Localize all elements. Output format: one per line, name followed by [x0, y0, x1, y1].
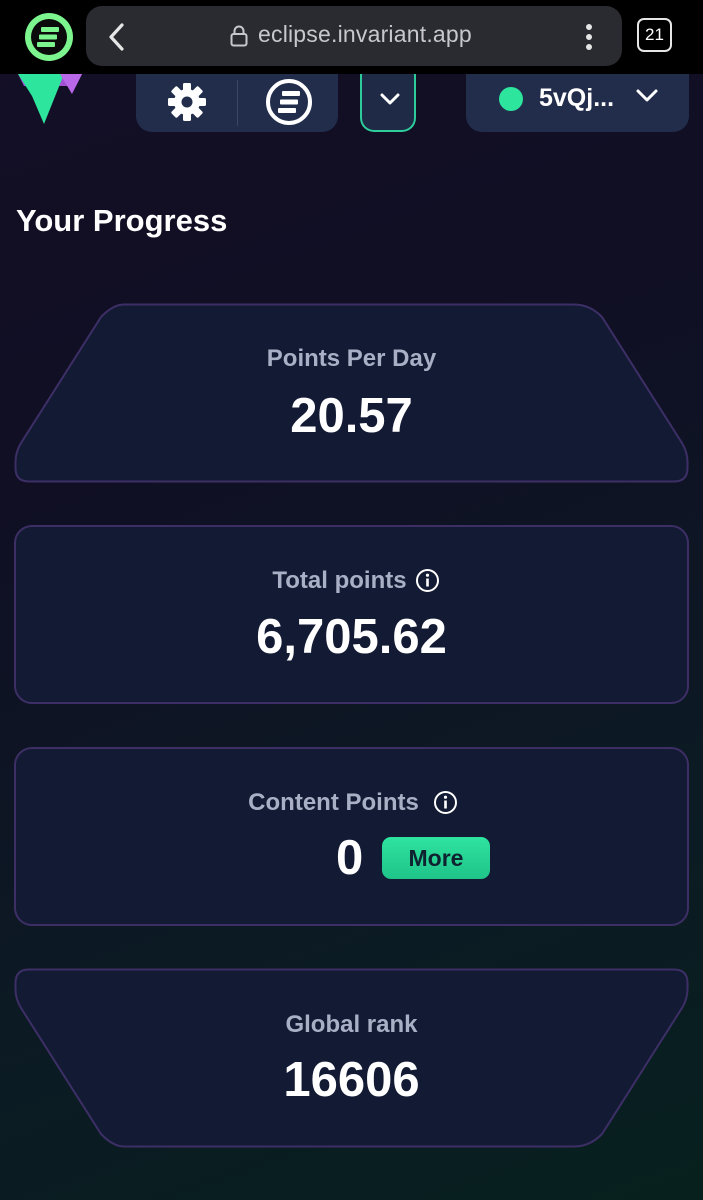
- points-per-day-value: 20.57: [290, 389, 413, 443]
- points-per-day-card: Points Per Day 20.57: [14, 303, 689, 483]
- eclipse-site-icon: [24, 12, 74, 62]
- header-button-group: [136, 74, 338, 132]
- browser-chrome: eclipse.invariant.app 21: [0, 0, 703, 74]
- page-title: Your Progress: [16, 203, 228, 238]
- wallet-status-dot: [499, 87, 523, 111]
- chevron-down-icon: [380, 93, 400, 105]
- settings-button[interactable]: [136, 74, 237, 132]
- back-arrow-icon[interactable]: [102, 20, 132, 54]
- more-button[interactable]: More: [382, 837, 490, 879]
- global-rank-card: Global rank 16606: [14, 968, 689, 1148]
- lock-icon: [230, 25, 248, 47]
- network-eclipse-button[interactable]: [238, 74, 338, 132]
- info-icon[interactable]: [415, 568, 440, 593]
- menu-dropdown-button[interactable]: [360, 74, 416, 132]
- global-rank-value: 16606: [283, 1053, 420, 1107]
- gear-icon: [168, 83, 206, 121]
- wallet-address: 5vQj...: [539, 84, 615, 112]
- more-options-icon[interactable]: [578, 20, 600, 54]
- total-points-value: 6,705.62: [256, 610, 447, 664]
- content-points-value: 0: [336, 831, 364, 885]
- points-per-day-label: Points Per Day: [266, 345, 437, 372]
- wallet-button[interactable]: 5vQj...: [466, 74, 689, 132]
- content-points-label: Content Points: [248, 789, 419, 816]
- info-icon[interactable]: [433, 790, 458, 815]
- total-points-label: Total points: [272, 567, 407, 594]
- global-rank-label: Global rank: [285, 1011, 418, 1038]
- content-points-card: Content Points 0 More: [14, 747, 689, 926]
- total-points-card: Total points 6,705.62: [14, 525, 689, 704]
- chevron-down-icon: [636, 89, 658, 102]
- eclipse-network-icon: [266, 79, 312, 125]
- url-text[interactable]: eclipse.invariant.app: [258, 21, 472, 48]
- tab-switcher-button[interactable]: 21: [637, 18, 672, 52]
- invariant-logo[interactable]: [16, 74, 86, 126]
